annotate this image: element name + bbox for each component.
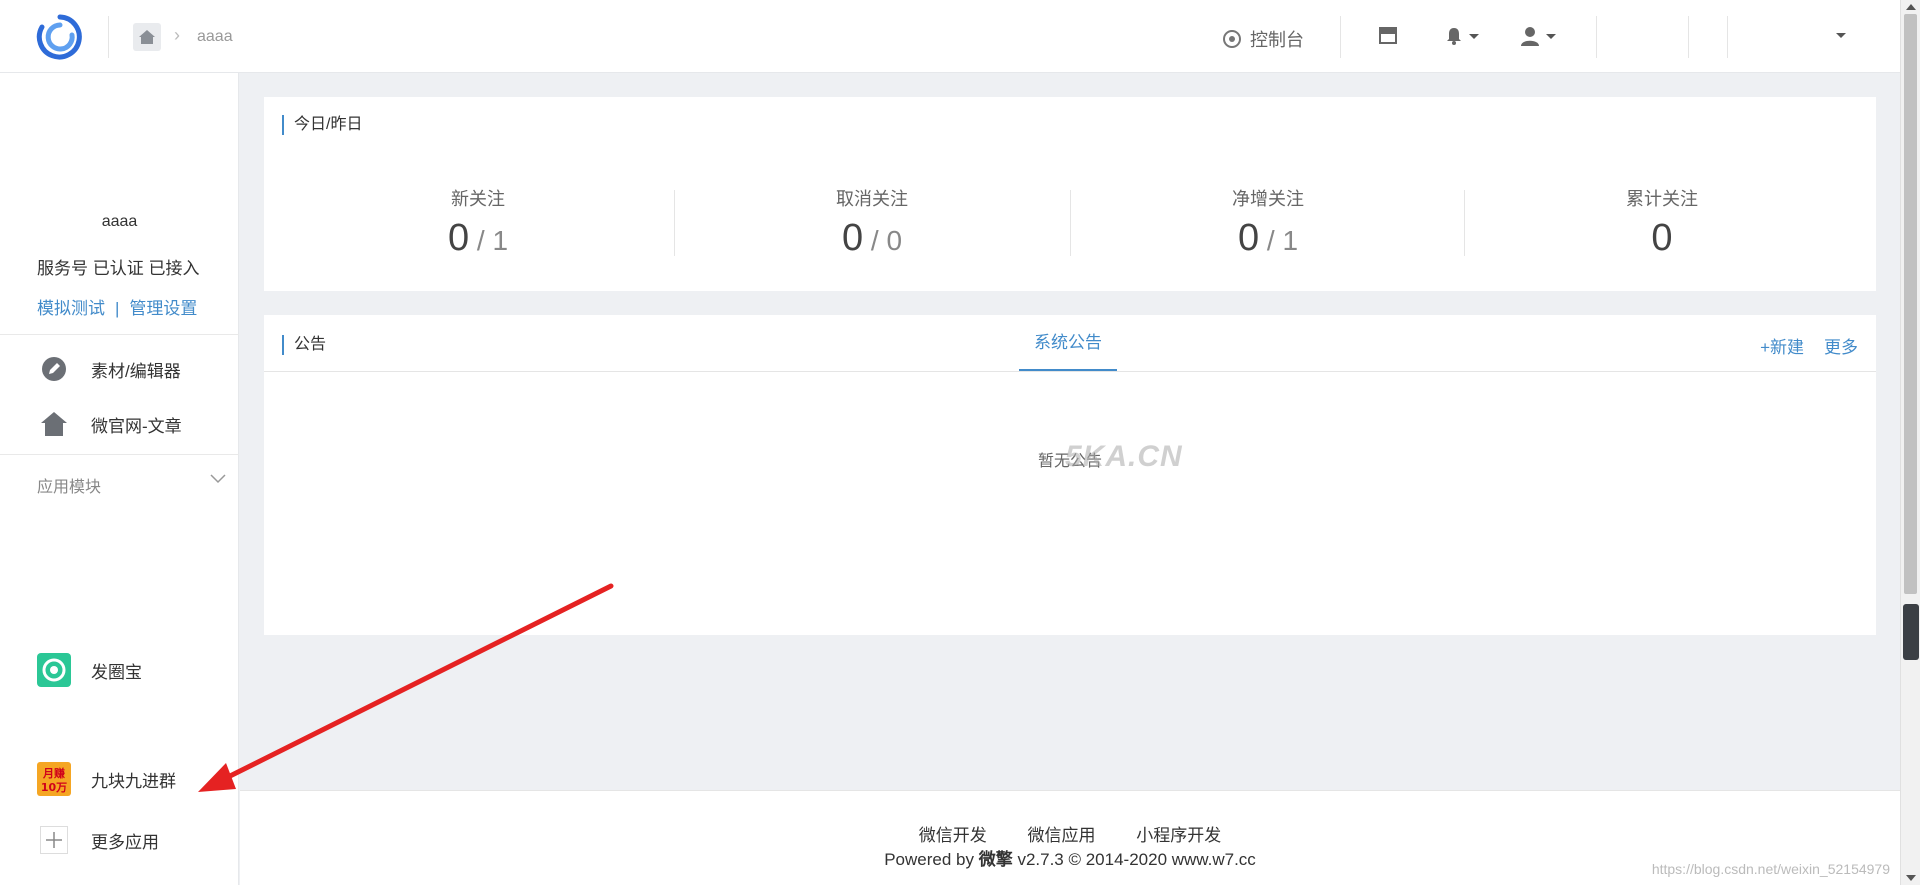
stat-divider	[1464, 190, 1465, 256]
scrollbar-thumb[interactable]	[1904, 14, 1917, 594]
stat-value: 0 / 0	[841, 217, 903, 259]
sidebar: aaaa 服务号 已认证 已接入 模拟测试 | 管理设置 素材/编辑器 微官网-文章…	[0, 73, 239, 885]
stat-new-follow: 新关注 0 / 1	[378, 185, 578, 260]
account-name: aaaa	[101, 213, 138, 230]
notification-button[interactable]	[1445, 26, 1479, 46]
svg-text:月赚: 月赚	[42, 766, 65, 780]
chevron-down-icon	[1836, 33, 1846, 38]
chevron-down-icon[interactable]	[210, 471, 226, 489]
stat-label: 新关注	[451, 189, 505, 209]
user-icon	[1521, 27, 1539, 46]
sidebar-item-jiukuaijiu[interactable]: 月赚 10万 九块九进群	[37, 762, 176, 796]
stat-unfollow: 取消关注 0 / 0	[772, 185, 972, 260]
user-menu-button[interactable]	[1520, 26, 1556, 46]
sidebar-divider	[0, 454, 239, 455]
sidebar-item-microsite[interactable]: 微官网-文章	[37, 407, 182, 441]
sidebar-item-label: 发圈宝	[91, 662, 142, 682]
page-scrollbar[interactable]	[1900, 0, 1920, 885]
footer: 微信开发 微信应用 小程序开发 Powered by 微擎 v2.7.3 © 2…	[240, 790, 1900, 885]
camera-aperture-icon	[37, 653, 71, 687]
manage-settings-link[interactable]: 管理设置	[129, 299, 197, 318]
sidebar-item-materials[interactable]: 素材/编辑器	[37, 352, 181, 386]
card-title: 公告	[282, 335, 326, 355]
csdn-watermark: https://blog.csdn.net/weixin_52154979	[1651, 861, 1890, 877]
stat-total-follow: 累计关注 0	[1562, 185, 1762, 260]
tab-system-notice[interactable]: 系统公告	[1019, 315, 1117, 371]
card-title: 今日/昨日	[282, 115, 362, 135]
sidebar-divider	[0, 334, 239, 335]
stat-divider	[674, 190, 675, 256]
more-notices-link[interactable]: 更多	[1824, 333, 1858, 358]
logo-icon[interactable]	[34, 13, 86, 61]
topbar-divider	[1596, 16, 1597, 58]
breadcrumb-separator: ›	[174, 25, 180, 45]
breadcrumb[interactable]: aaaa	[197, 28, 233, 46]
home-icon	[139, 30, 155, 44]
home-icon	[37, 407, 71, 441]
notice-actions: +新建 更多	[1760, 333, 1858, 358]
stat-value: 0 / 1	[447, 217, 509, 259]
section-label: 应用模块	[37, 479, 102, 496]
sidebar-item-more-apps[interactable]: 更多应用	[37, 823, 159, 857]
sidebar-item-label: 更多应用	[91, 832, 159, 852]
stat-label: 取消关注	[836, 189, 908, 209]
footer-links: 微信开发 微信应用 小程序开发	[240, 821, 1900, 846]
link-divider: |	[115, 299, 120, 318]
sidebar-item-label: 九块九进群	[91, 771, 176, 791]
chevron-down-icon	[1469, 33, 1479, 39]
sidebar-item-faquanbao[interactable]: 发圈宝	[37, 653, 142, 687]
notice-card: 公告 系统公告 +新建 更多 暂无公告	[264, 315, 1876, 635]
console-link[interactable]: 控制台	[1222, 26, 1304, 52]
topbar-divider	[1688, 16, 1689, 58]
footer-link-wechat-apps[interactable]: 微信应用	[1028, 826, 1096, 845]
sidebar-item-label: 素材/编辑器	[91, 361, 181, 381]
stat-label: 净增关注	[1232, 189, 1304, 209]
top-bar: › aaaa 控制台	[0, 0, 1900, 73]
plus-icon	[37, 823, 71, 857]
scroll-down-icon[interactable]	[1906, 875, 1916, 881]
footer-link-wechat-dev[interactable]: 微信开发	[919, 826, 987, 845]
new-notice-button[interactable]: +新建	[1760, 333, 1804, 358]
topbar-divider	[1340, 16, 1341, 58]
money-badge-icon: 月赚 10万	[37, 762, 71, 796]
chevron-down-icon	[1546, 33, 1556, 39]
account-type: 服务号 已认证 已接入	[37, 259, 200, 278]
stats-card: 今日/昨日 新关注 0 / 1 取消关注 0 / 0 净增关注 0 / 1 累计…	[264, 97, 1876, 291]
stat-divider	[1070, 190, 1071, 256]
scroll-grip-handle[interactable]	[1903, 604, 1919, 660]
footer-link-miniprogram-dev[interactable]: 小程序开发	[1136, 826, 1221, 845]
account-links: 模拟测试 | 管理设置	[37, 294, 197, 319]
store-button[interactable]	[1378, 26, 1398, 44]
bell-icon	[1447, 28, 1461, 45]
watermark: 5KA.CN	[1065, 440, 1183, 473]
stat-value: 0 / 1	[1237, 217, 1299, 259]
notice-header-divider	[264, 371, 1876, 372]
dashboard-icon	[1223, 30, 1241, 48]
simulate-test-link[interactable]: 模拟测试	[37, 299, 105, 318]
console-label: 控制台	[1250, 30, 1304, 50]
stat-net-follow: 净增关注 0 / 1	[1168, 185, 1368, 260]
home-button[interactable]	[133, 23, 161, 51]
topbar-divider	[1727, 16, 1728, 58]
topbar-divider	[108, 16, 109, 58]
pencil-icon	[37, 352, 71, 386]
account-switch-dropdown[interactable]	[1836, 33, 1846, 38]
svg-text:10万: 10万	[41, 781, 67, 794]
sidebar-item-label: 微官网-文章	[91, 416, 182, 436]
store-icon	[1379, 27, 1397, 44]
scroll-up-icon[interactable]	[1906, 4, 1916, 10]
stat-value: 0	[1651, 217, 1673, 259]
stat-label: 累计关注	[1626, 189, 1698, 209]
